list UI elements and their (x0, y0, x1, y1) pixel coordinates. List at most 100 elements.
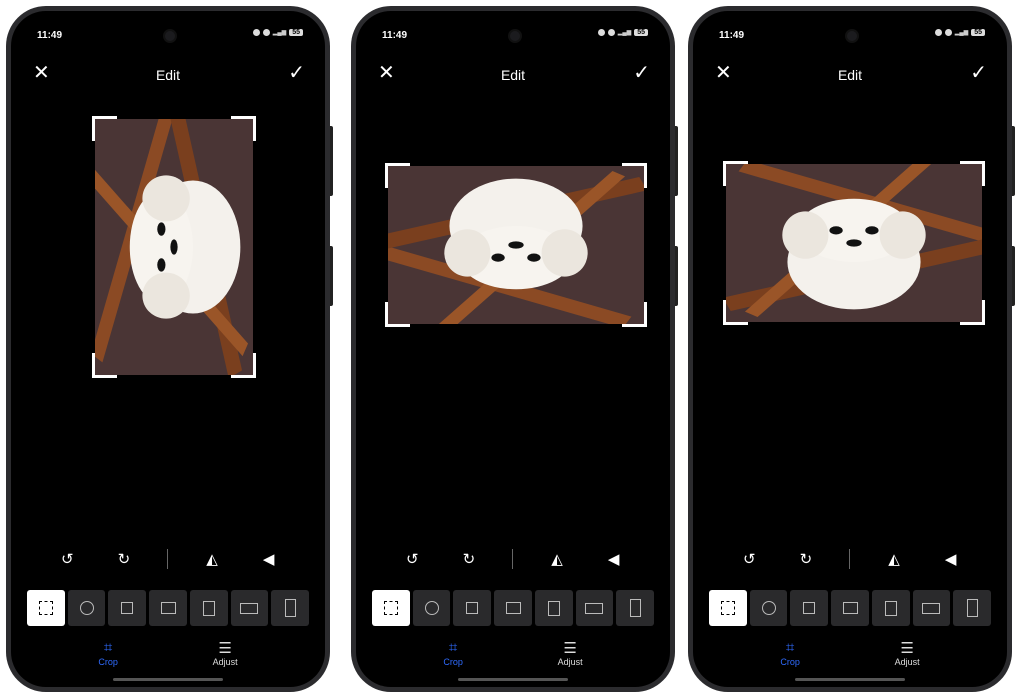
signal-icon: ▂▄▆ (954, 29, 969, 36)
battery-icon: 55 (971, 29, 985, 36)
flip-vertical-icon[interactable]: ◀ (601, 550, 627, 568)
ratio-1-1[interactable] (453, 590, 492, 626)
crop-handle-top-right[interactable] (960, 161, 985, 186)
aspect-ratio-bar (372, 590, 655, 626)
flip-vertical-icon[interactable]: ◀ (938, 550, 964, 568)
crop-handle-top-left[interactable] (92, 116, 117, 141)
circle-crop-icon (761, 601, 776, 615)
ratio-16-9[interactable] (230, 590, 269, 626)
flip-horizontal-icon[interactable]: ◭ (881, 550, 907, 568)
status-icons: ▂▄▆ 55 (934, 29, 985, 36)
tab-adjust[interactable]: ☰ Adjust (558, 639, 583, 667)
home-indicator[interactable] (113, 678, 223, 681)
ratio-4-3[interactable] (494, 590, 532, 626)
ratio-3-4[interactable] (534, 590, 573, 626)
flip-vertical-icon[interactable]: ◀ (256, 550, 282, 568)
ratio-4-3-icon (842, 602, 858, 614)
crop-handle-bottom-left[interactable] (92, 353, 117, 378)
ratio-9-16[interactable] (616, 590, 655, 626)
transform-tools: ↺ ↻ ◭ ◀ (11, 549, 325, 569)
ratio-16-9[interactable] (575, 590, 614, 626)
ratio-3-4[interactable] (871, 590, 910, 626)
ratio-circle[interactable] (412, 590, 451, 626)
adjust-icon: ☰ (900, 640, 914, 657)
adjust-icon: ☰ (218, 640, 232, 657)
ratio-9-16-icon (629, 599, 641, 617)
ratio-free[interactable] (372, 590, 410, 626)
rotate-left-icon[interactable]: ↺ (54, 550, 80, 568)
signal-icon: ▂▄▆ (272, 29, 287, 36)
crop-handle-bottom-left[interactable] (385, 302, 410, 327)
divider (512, 549, 514, 569)
flip-horizontal-icon[interactable]: ◭ (544, 550, 570, 568)
tab-adjust[interactable]: ☰ Adjust (213, 639, 238, 667)
ratio-16-9[interactable] (912, 590, 951, 626)
check-icon[interactable]: ✓ (288, 63, 305, 83)
ratio-4-3[interactable] (831, 590, 869, 626)
crop-handle-bottom-left[interactable] (723, 300, 748, 325)
crop-handle-top-right[interactable] (622, 163, 647, 188)
transform-tools: ↺ ↻ ◭ ◀ (356, 549, 670, 569)
check-icon[interactable]: ✓ (633, 63, 650, 83)
rotate-right-icon[interactable]: ↻ (111, 550, 137, 568)
tab-adjust[interactable]: ☰ Adjust (895, 639, 920, 667)
tab-crop-label: Crop (98, 657, 118, 667)
ratio-9-16[interactable] (953, 590, 992, 626)
tab-adjust-label: Adjust (212, 657, 238, 667)
settings-icon (607, 29, 615, 36)
home-indicator[interactable] (795, 678, 905, 681)
rotate-left-icon[interactable]: ↺ (399, 550, 425, 568)
notification-icon (252, 29, 260, 36)
screen: 11:49 ▂▄▆ 55 ✕ Edit ✓ ↺ ↻ ◭ ◀ ⌗ Crop ☰ A… (693, 11, 1007, 687)
crop-frame[interactable] (723, 161, 985, 325)
crop-handle-top-left[interactable] (385, 163, 410, 188)
divider (849, 549, 851, 569)
ratio-free[interactable] (709, 590, 747, 626)
ratio-circle[interactable] (67, 590, 106, 626)
crop-frame[interactable] (385, 163, 647, 327)
rotate-right-icon[interactable]: ↻ (793, 550, 819, 568)
battery-icon: 55 (289, 29, 303, 36)
ratio-16-9-icon (922, 602, 941, 614)
status-icons: ▂▄▆ 55 (252, 29, 303, 36)
settings-icon (262, 29, 270, 36)
home-indicator[interactable] (458, 678, 568, 681)
ratio-1-1[interactable] (108, 590, 147, 626)
rotate-left-icon[interactable]: ↺ (736, 550, 762, 568)
crop-frame[interactable] (92, 116, 256, 378)
tab-crop[interactable]: ⌗ Crop (443, 639, 463, 667)
crop-icon: ⌗ (448, 639, 458, 656)
phone-3: 11:49 ▂▄▆ 55 ✕ Edit ✓ ↺ ↻ ◭ ◀ ⌗ Crop ☰ A… (688, 6, 1015, 692)
notification-icon (934, 29, 942, 36)
flip-horizontal-icon[interactable]: ◭ (199, 550, 225, 568)
signal-icon: ▂▄▆ (617, 29, 632, 36)
screen: 11:49 ▂▄▆ 55 ✕ Edit ✓ ↺ ↻ ◭ ◀ ⌗ Crop ☰ A… (11, 11, 325, 687)
ratio-3-4[interactable] (189, 590, 228, 626)
ratio-3-4-icon (884, 600, 897, 616)
ratio-1-1[interactable] (790, 590, 829, 626)
front-camera (163, 29, 177, 43)
crop-handle-top-right[interactable] (231, 116, 256, 141)
tab-crop-label: Crop (443, 657, 463, 667)
tab-adjust-label: Adjust (557, 657, 583, 667)
crop-handle-bottom-right[interactable] (960, 300, 985, 325)
crop-handle-top-left[interactable] (723, 161, 748, 186)
check-icon[interactable]: ✓ (970, 63, 987, 83)
tab-crop[interactable]: ⌗ Crop (780, 639, 800, 667)
crop-handle-bottom-right[interactable] (622, 302, 647, 327)
crop-icon: ⌗ (103, 639, 113, 656)
notification-icon (597, 29, 605, 36)
bottom-tabs: ⌗ Crop ☰ Adjust (356, 639, 670, 667)
ratio-circle[interactable] (749, 590, 788, 626)
ratio-4-3[interactable] (149, 590, 187, 626)
crop-icon: ⌗ (785, 639, 795, 656)
crop-handle-bottom-right[interactable] (231, 353, 256, 378)
rotate-right-icon[interactable]: ↻ (456, 550, 482, 568)
ratio-free[interactable] (27, 590, 65, 626)
adjust-icon: ☰ (563, 640, 577, 657)
ratio-9-16[interactable] (271, 590, 310, 626)
ratio-4-3-icon (505, 602, 521, 614)
ratio-1-1-icon (121, 602, 134, 614)
photo (388, 166, 644, 324)
tab-crop[interactable]: ⌗ Crop (98, 639, 118, 667)
